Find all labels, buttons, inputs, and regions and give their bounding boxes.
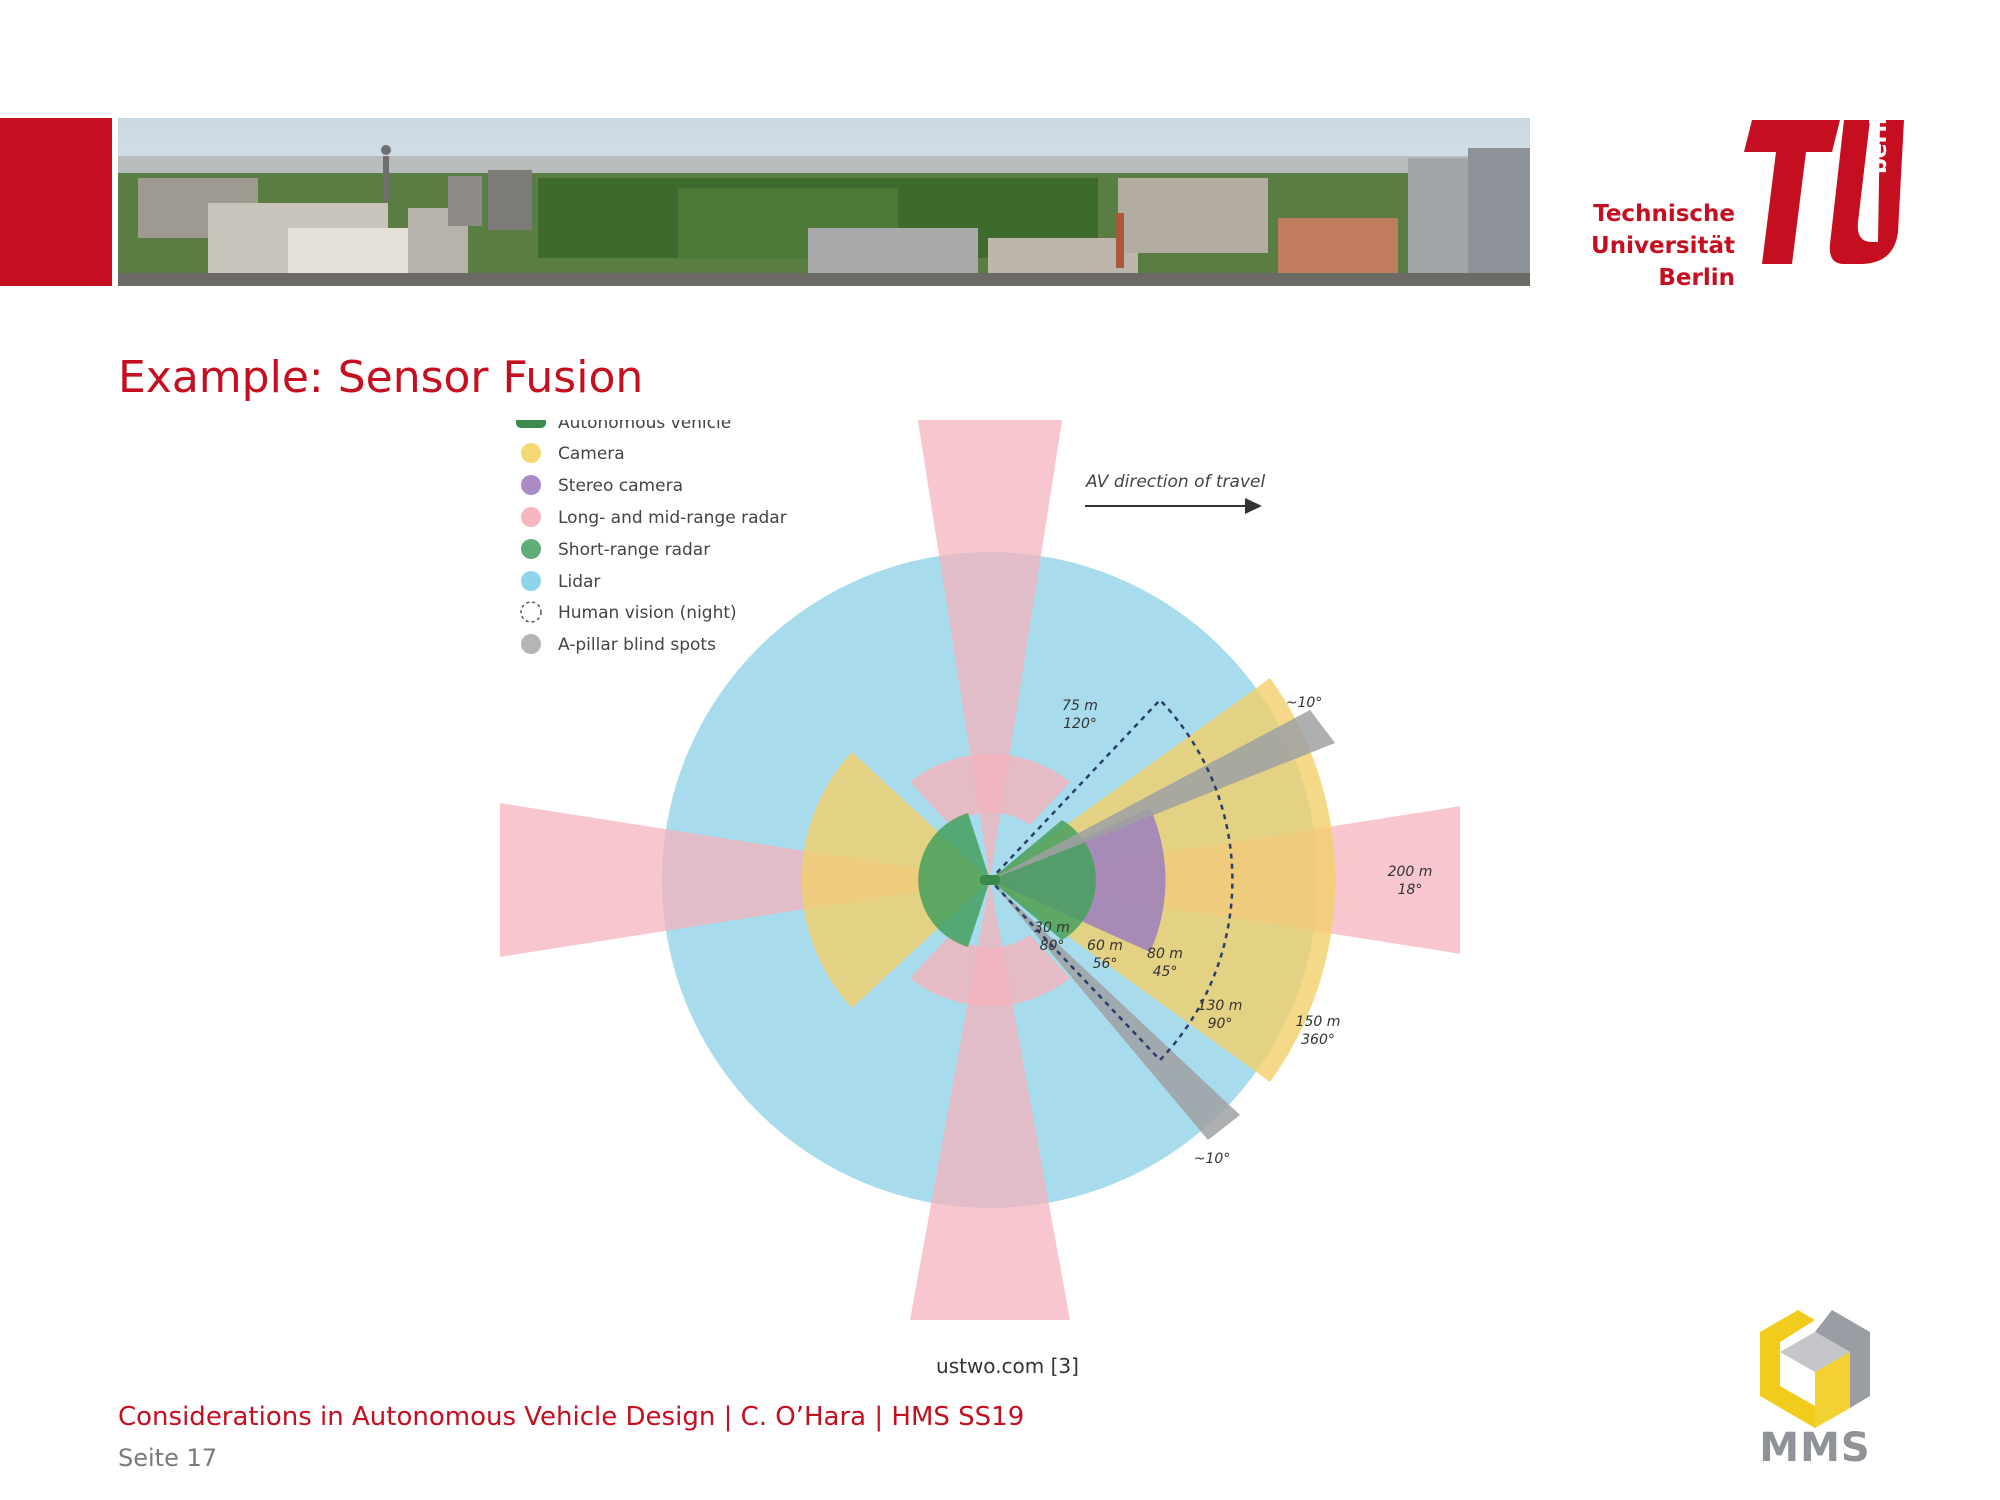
autonomous-vehicle-marker <box>980 875 1000 885</box>
car-icon <box>516 417 546 428</box>
university-name-line-3: Berlin <box>1658 265 1735 291</box>
annotation-blind-spot-upper: ~10° <box>1286 695 1323 711</box>
dashed-circle-icon <box>520 601 542 623</box>
legend-swatch <box>521 571 541 591</box>
annotation-lidar-range: 150 m <box>1296 1014 1341 1030</box>
mms-cube-icon <box>1760 1300 1870 1428</box>
legend-label: Human vision (night) <box>558 603 737 623</box>
annotation-blind-spot-lower: ~10° <box>1194 1151 1231 1167</box>
header-red-block <box>0 118 112 286</box>
annotation-stereo-camera-angle: 45° <box>1153 964 1178 980</box>
footer-title: Considerations in Autonomous Vehicle Des… <box>118 1402 1025 1432</box>
annotation-long-range-radar-range: 200 m <box>1388 864 1433 880</box>
annotation-long-range-radar-angle: 18° <box>1398 882 1423 898</box>
page-number: Seite 17 <box>118 1444 218 1472</box>
legend-item: A-pillar blind spots <box>521 634 716 655</box>
annotation-stereo-camera-range: 80 m <box>1147 946 1183 962</box>
sensor-fusion-diagram: AV direction of travel Autonomous vehicl… <box>473 363 1507 1328</box>
legend-item: Lidar <box>521 571 600 592</box>
annotation-mid-range-range: 60 m <box>1087 938 1123 954</box>
tu-berlin-logo: Technische Universität Berlin berlin <box>1575 112 1905 302</box>
university-name-line-1: Technische <box>1593 201 1735 227</box>
legend-item: Short-range radar <box>521 539 710 560</box>
skyline-image <box>118 118 1530 286</box>
berlin-skyline-banner <box>118 118 1530 286</box>
tu-emblem-icon: berlin <box>1744 112 1904 264</box>
legend-label: A-pillar blind spots <box>558 635 716 655</box>
annotation-human-vision-angle: 120° <box>1063 716 1097 732</box>
legend-item: Autonomous vehicle <box>516 413 731 433</box>
slide-title: Example: Sensor Fusion <box>118 352 644 403</box>
arrowhead-icon <box>1245 498 1262 514</box>
legend: Autonomous vehicle Camera Stereo camera … <box>516 413 787 655</box>
legend-swatch <box>521 539 541 559</box>
legend-swatch <box>521 634 541 654</box>
annotation-camera-range: 130 m <box>1198 998 1243 1014</box>
annotation-short-range-radar-angle: 80° <box>1040 938 1065 954</box>
legend-item: Camera <box>521 443 625 464</box>
legend-label: Short-range radar <box>558 540 710 560</box>
legend-label: Camera <box>558 444 625 464</box>
legend-label: Lidar <box>558 572 600 592</box>
legend-label: Autonomous vehicle <box>558 420 731 433</box>
legend-item: Stereo camera <box>521 475 683 496</box>
mms-logo-text: MMS <box>1759 1425 1871 1471</box>
legend-swatch <box>521 507 541 527</box>
annotation-mid-range-angle: 56° <box>1093 956 1118 972</box>
legend-item: Long- and mid-range radar <box>521 507 787 528</box>
figure-source: ustwo.com [3] <box>936 1354 1079 1378</box>
annotation-camera-angle: 90° <box>1208 1016 1233 1032</box>
annotation-short-range-radar-range: 30 m <box>1034 920 1070 936</box>
annotation-lidar-angle: 360° <box>1301 1032 1335 1048</box>
legend-label: Stereo camera <box>558 476 683 496</box>
logo-word-berlin: berlin <box>1867 112 1892 174</box>
direction-label: AV direction of travel <box>1085 472 1265 492</box>
legend-label: Long- and mid-range radar <box>558 508 787 528</box>
legend-swatch <box>521 475 541 495</box>
annotation-human-vision-range: 75 m <box>1062 698 1098 714</box>
legend-item: Human vision (night) <box>520 601 737 623</box>
university-name-line-2: Universität <box>1591 233 1735 259</box>
legend-swatch <box>521 443 541 463</box>
